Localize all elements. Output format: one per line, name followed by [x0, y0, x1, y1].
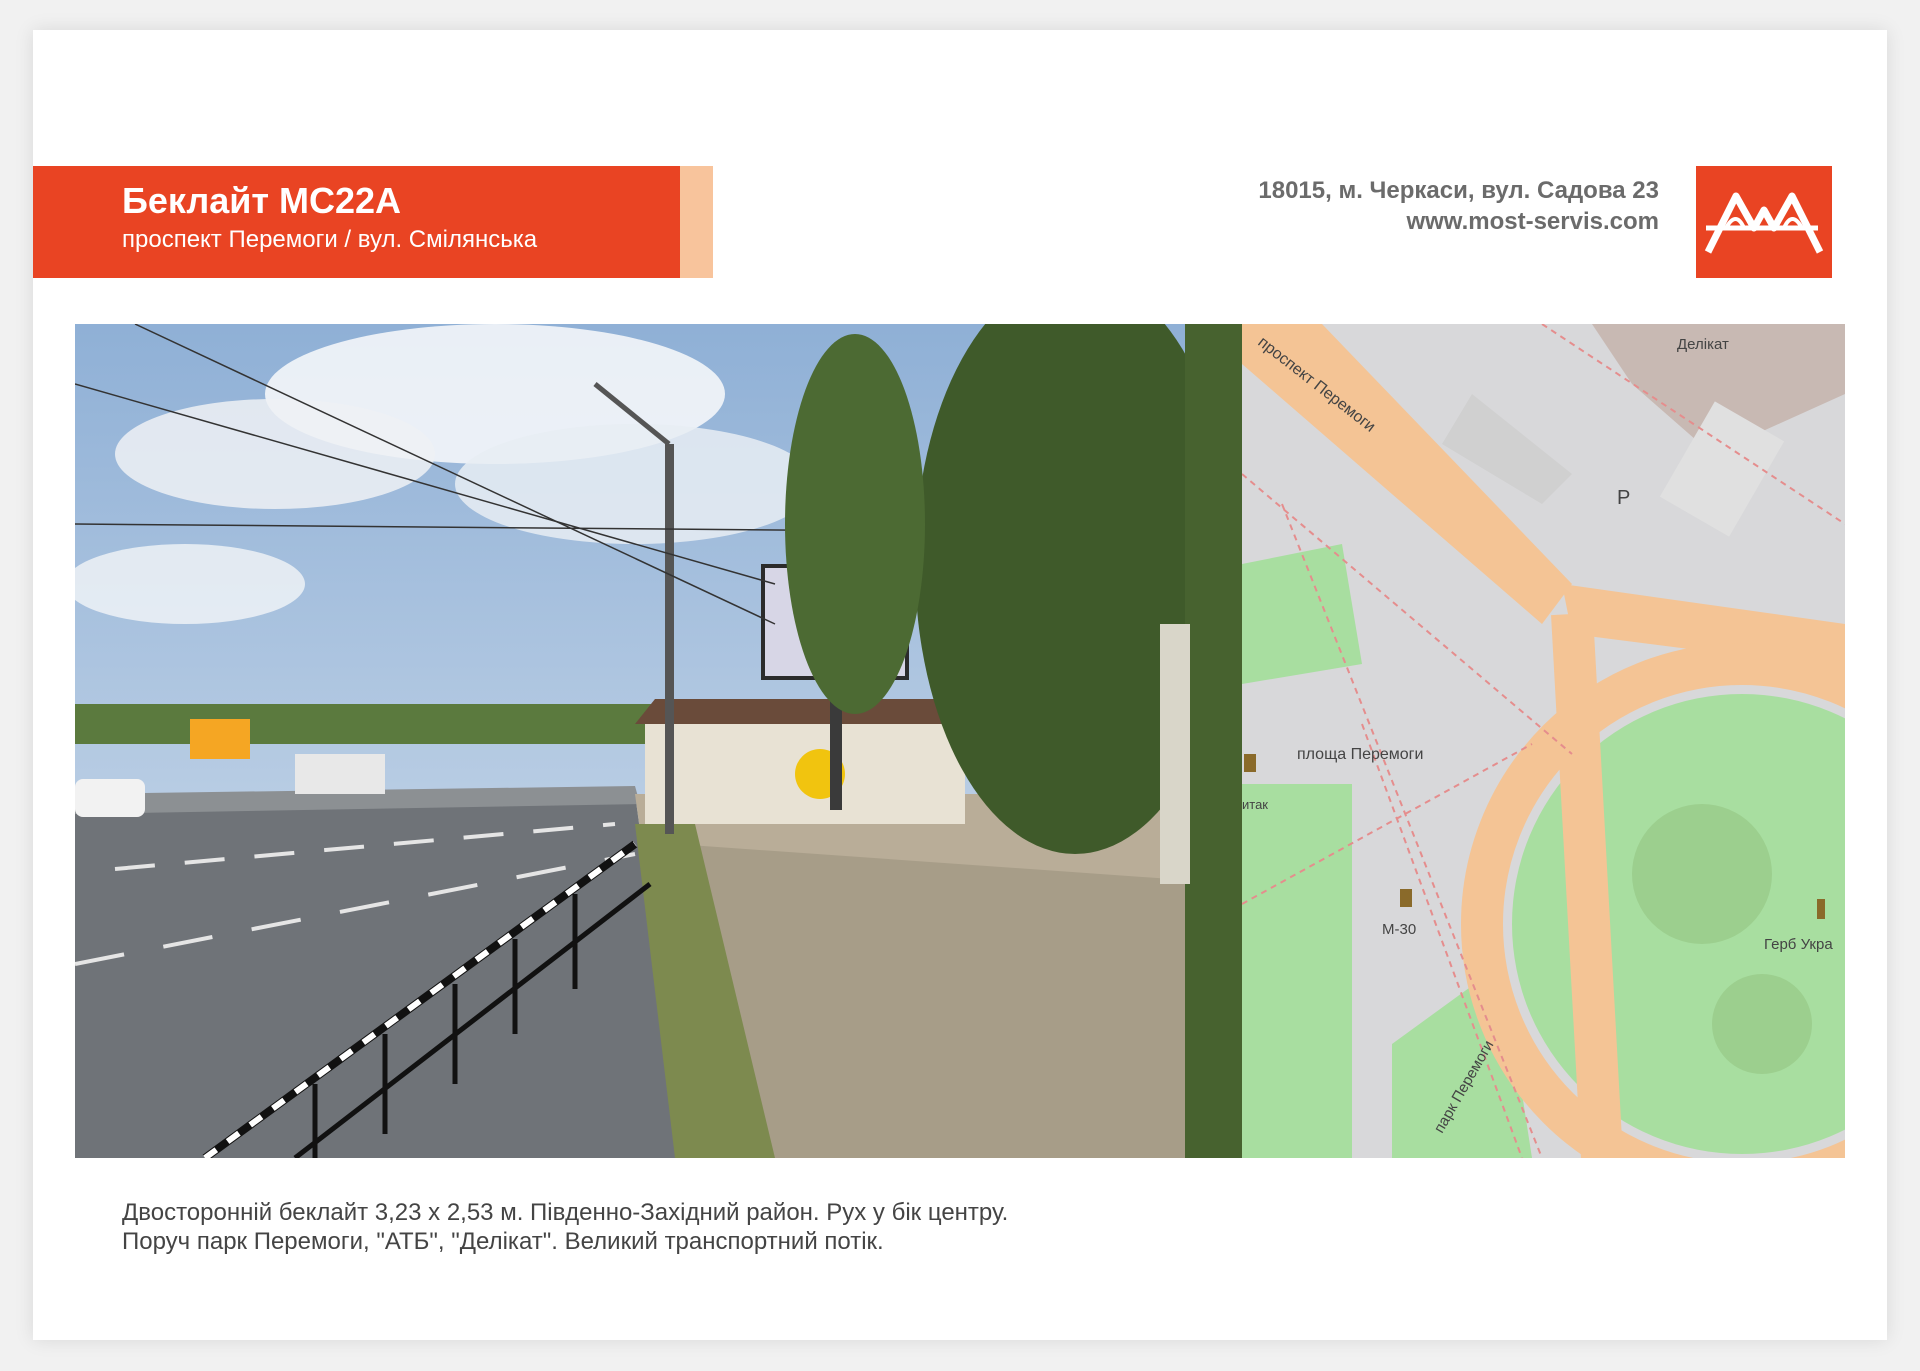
map-label-parking: P	[1617, 487, 1630, 509]
map-label-emblem: Герб Укра	[1764, 936, 1833, 953]
website-link[interactable]: www.most-servis.com	[1258, 206, 1659, 237]
contact-block: 18015, м. Черкаси, вул. Садова 23 www.mo…	[1258, 175, 1659, 237]
bridge-logo-icon	[1704, 192, 1824, 254]
title-banner-tab	[680, 166, 713, 278]
billboard-description: Двосторонній беклайт 3,23 х 2,53 м. Півд…	[122, 1198, 1008, 1256]
page-subtitle: проспект Перемоги / вул. Смілянська	[122, 226, 538, 253]
map-label-monument: М-30	[1382, 921, 1416, 938]
map-label-store: Делікат	[1677, 336, 1729, 353]
street-photo	[75, 324, 1242, 1158]
page-sheet: Беклайт МС22А проспект Перемоги / вул. С…	[33, 30, 1887, 1340]
description-line-2: Поруч парк Перемоги, "АТБ", "Делікат". В…	[122, 1228, 884, 1255]
address: 18015, м. Черкаси, вул. Садова 23	[1258, 177, 1659, 204]
company-logo	[1696, 166, 1832, 278]
location-map: проспект Перемоги Делікат площа Перемоги…	[1242, 324, 1845, 1158]
page-title: Беклайт МС22А	[122, 180, 402, 221]
map-label-square: площа Перемоги	[1297, 746, 1423, 763]
monument-icon	[1400, 889, 1412, 907]
store-icon	[1244, 754, 1256, 772]
description-line-1: Двосторонній беклайт 3,23 х 2,53 м. Півд…	[122, 1199, 1009, 1226]
map-label-tak: итак	[1242, 797, 1268, 812]
emblem-icon	[1817, 899, 1825, 919]
